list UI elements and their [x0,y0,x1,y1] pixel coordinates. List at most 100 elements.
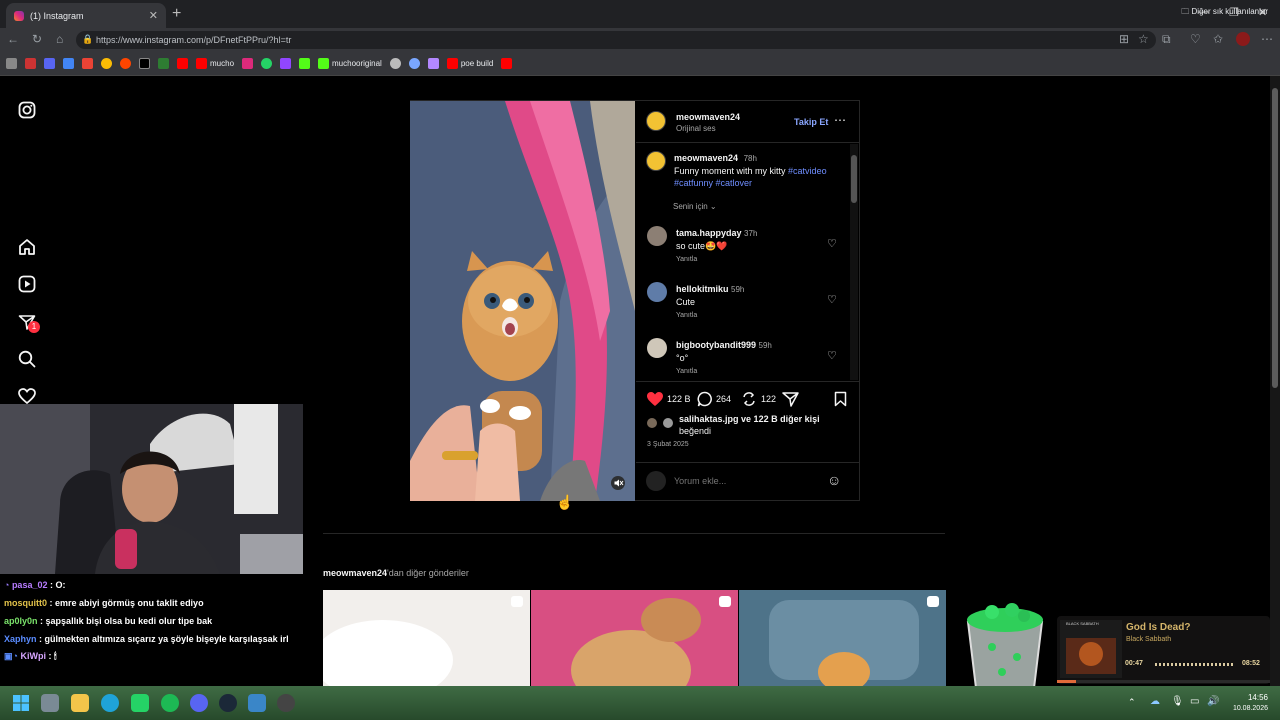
like-count[interactable]: 122 B [667,394,691,404]
liker-avatar[interactable] [647,418,657,428]
more-post-thumb[interactable] [323,590,530,686]
x-icon[interactable] [139,58,150,69]
whatsapp-icon[interactable] [261,58,273,69]
commenter-avatar[interactable] [647,226,667,246]
youtube-icon[interactable] [177,58,188,69]
reply-button[interactable]: Yanıtla [676,312,697,319]
caption-author[interactable]: meowmaven24 [674,153,738,163]
more-post-thumb[interactable] [739,590,946,686]
bookmark-mucho[interactable]: mucho [196,58,234,69]
other-bookmarks[interactable]: 🗀 Diğer sık kullanılanlar [1181,6,1268,20]
bookmark-icon[interactable] [299,58,311,69]
browser-tab[interactable]: (1) Instagram ✕ [6,3,166,28]
reels-icon[interactable] [18,275,36,293]
windows-start-icon[interactable] [13,695,29,711]
comment-user[interactable]: tama.happyday [676,228,742,238]
home-icon[interactable]: ⌂ [56,32,63,46]
reply-button[interactable]: Yanıtla [676,256,697,263]
profile-avatar[interactable] [1236,32,1250,46]
favorite-star-icon[interactable]: ☆ [1138,32,1149,46]
more-post-thumb[interactable] [531,590,738,686]
follow-button[interactable]: Takip Et [794,117,828,127]
mic-icon[interactable]: 🎙 [1171,696,1184,707]
youtube-icon[interactable] [501,58,513,69]
liker-avatar[interactable] [663,418,673,428]
bookmark-icon[interactable] [408,58,420,69]
bookmark-poe-build[interactable]: poe build [446,58,493,69]
more-icon[interactable]: ⋯ [1261,32,1273,46]
volume-icon[interactable]: 🔊 [1207,696,1219,707]
share-icon[interactable] [782,391,799,407]
onedrive-icon[interactable]: ☁ [1150,696,1160,707]
instagram-logo-icon[interactable] [18,101,36,119]
spotify-icon[interactable] [161,694,179,712]
home-nav-icon[interactable] [18,238,36,256]
task-view-icon[interactable] [41,694,59,712]
comment-icon[interactable] [697,391,713,407]
search-icon[interactable] [18,350,36,368]
clock-date[interactable]: 10.08.2026 [1222,705,1268,712]
close-tab-icon[interactable]: ✕ [149,9,158,22]
emoji-icon[interactable]: ☺ [827,472,841,488]
notifications-heart-icon[interactable] [18,388,36,404]
bookmark-icon[interactable] [63,58,74,69]
comment-user[interactable]: hellokitmiku [676,284,729,294]
comment-count[interactable]: 264 [716,394,731,404]
like-comment-icon[interactable]: ♡ [827,349,837,362]
obs-icon[interactable] [277,694,295,712]
repost-icon[interactable] [741,391,757,407]
comment-input[interactable] [674,473,814,489]
save-icon[interactable] [834,391,847,407]
author-avatar[interactable] [646,111,666,131]
twitch-icon[interactable] [280,58,292,69]
discord-icon[interactable] [44,58,55,69]
bookmark-icon[interactable] [25,58,36,69]
repost-count[interactable]: 122 [761,394,776,404]
network-icon[interactable]: ▭ [1190,696,1199,707]
hashtags[interactable]: #catfunny #catlover [674,178,752,188]
post-author[interactable]: meowmaven24 [676,112,740,122]
instagram-icon[interactable] [242,58,254,69]
extensions-icon[interactable]: ⧉ [1162,32,1171,47]
new-tab-icon[interactable]: + [172,5,181,23]
like-comment-icon[interactable]: ♡ [827,293,837,306]
more-posts-user[interactable]: meowmaven24 [323,568,387,578]
bookmark-icon[interactable] [158,58,169,69]
like-filled-icon[interactable] [646,391,664,407]
caption-avatar[interactable] [646,151,666,171]
bookmark-icon[interactable] [427,58,439,69]
more-options-icon[interactable]: ⋯ [834,113,846,127]
bookmark-icon[interactable] [389,58,401,69]
liked-by-user[interactable]: salihaktas.jpg [679,414,739,424]
gmail-icon[interactable] [82,58,93,69]
reddit-icon[interactable] [120,58,131,69]
discord-icon[interactable] [190,694,208,712]
edge-icon[interactable] [101,694,119,712]
liked-by-rest[interactable]: ve 122 B diğer kişi [741,414,820,424]
post-video[interactable] [410,101,635,501]
app-icon[interactable] [248,694,266,712]
favorites-icon[interactable]: ✩ [1213,32,1223,46]
commenter-avatar[interactable] [647,282,667,302]
whatsapp-icon[interactable] [131,694,149,712]
comment-user[interactable]: bigbootybandit999 [676,340,756,350]
clock-time[interactable]: 14:56 [1228,693,1268,702]
comment-sort[interactable]: Senin için ⌄ [673,202,717,211]
bookmark-muchooriginal[interactable]: muchooriginal [318,58,382,69]
mute-icon[interactable] [611,476,625,490]
google-icon[interactable] [101,58,112,69]
split-view-icon[interactable]: ⊞ [1119,32,1129,46]
file-explorer-icon[interactable] [71,694,89,712]
commenter-avatar[interactable] [647,338,667,358]
hashtag[interactable]: #catvideo [788,166,827,176]
back-icon[interactable]: ← [7,32,19,46]
track-progress[interactable] [1057,680,1270,683]
reply-button[interactable]: Yanıtla [676,368,697,375]
scrollbar-thumb[interactable] [1272,88,1278,388]
address-bar[interactable]: 🔒 https://www.instagram.com/p/DFnetFtPPr… [76,31,1156,49]
reload-icon[interactable]: ↻ [32,32,42,46]
bookmark-icon[interactable] [6,58,17,69]
steam-icon[interactable] [219,694,237,712]
browser-essentials-icon[interactable]: ♡ [1190,32,1201,46]
like-comment-icon[interactable]: ♡ [827,237,837,250]
